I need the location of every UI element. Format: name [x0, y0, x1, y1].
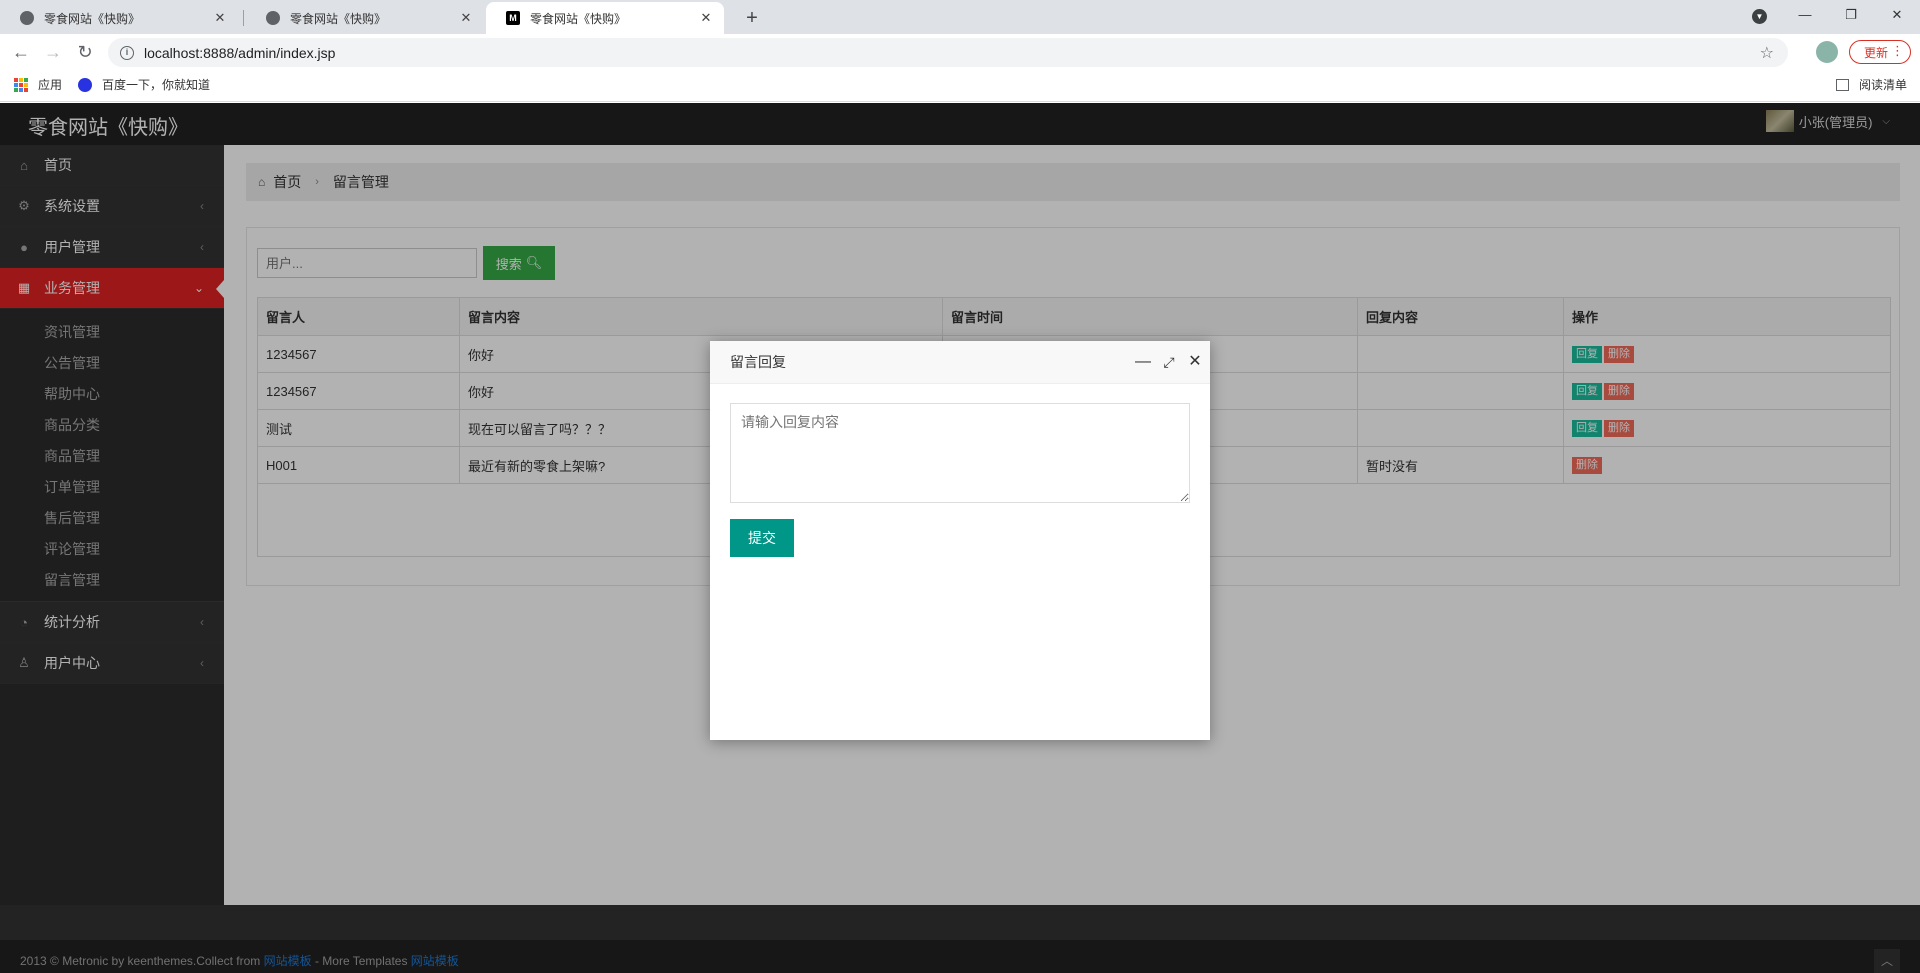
- browser-tab-active[interactable]: M 零食网站《快购》 ✕: [486, 2, 724, 34]
- browser-tab[interactable]: 零食网站《快购》 ✕: [246, 2, 484, 34]
- reading-list-label: 阅读清单: [1859, 78, 1908, 92]
- close-tab-icon[interactable]: ✕: [458, 10, 474, 26]
- apps-grid-icon: [14, 77, 28, 92]
- restore-icon[interactable]: ❐: [1828, 0, 1874, 30]
- update-label: 更新: [1864, 45, 1889, 60]
- url-text: localhost:8888/admin/index.jsp: [144, 44, 336, 61]
- tab-title: 零食网站《快购》: [290, 11, 387, 26]
- bookmarks-bar: 应用 百度一下，你就知道 阅读清单: [0, 70, 1920, 102]
- menu-dots-icon: ⋮: [1891, 43, 1904, 58]
- close-tab-icon[interactable]: ✕: [212, 10, 228, 26]
- tab-separator: [243, 10, 244, 26]
- globe-icon: [266, 11, 280, 25]
- new-tab-button[interactable]: +: [738, 4, 766, 32]
- browser-tab[interactable]: 零食网站《快购》 ✕: [0, 2, 238, 34]
- close-window-icon[interactable]: ✕: [1874, 0, 1920, 30]
- info-icon[interactable]: i: [120, 45, 134, 60]
- tab-search-icon[interactable]: ▼: [1752, 9, 1767, 24]
- tab-title: 零食网站《快购》: [530, 11, 627, 26]
- address-bar-row: ← → ↻ i localhost:8888/admin/index.jsp ☆…: [0, 34, 1920, 70]
- bookmark-label: 应用: [38, 78, 63, 92]
- m-favicon-icon: M: [506, 11, 520, 25]
- bookmark-baidu[interactable]: 百度一下，你就知道: [78, 76, 210, 93]
- reply-textarea[interactable]: [730, 403, 1190, 503]
- bookmark-apps[interactable]: 应用: [14, 76, 62, 93]
- minimize-icon[interactable]: —: [1782, 0, 1828, 30]
- browser-tab-bar: 零食网站《快购》 ✕ 零食网站《快购》 ✕ M 零食网站《快购》 ✕ + ▼ —…: [0, 0, 1920, 34]
- bookmark-label: 百度一下，你就知道: [102, 78, 211, 92]
- bookmark-star-icon[interactable]: ☆: [1760, 43, 1774, 63]
- submit-button[interactable]: 提交: [730, 519, 794, 557]
- close-icon[interactable]: ✕: [1186, 353, 1204, 371]
- url-field[interactable]: i localhost:8888/admin/index.jsp ☆: [108, 38, 1788, 67]
- reading-list-icon: [1836, 78, 1849, 91]
- profile-avatar[interactable]: [1816, 41, 1838, 63]
- globe-icon: [20, 11, 34, 25]
- back-icon[interactable]: ←: [8, 39, 34, 65]
- close-tab-icon[interactable]: ✕: [698, 10, 714, 26]
- maximize-icon[interactable]: ⤢: [1160, 353, 1178, 371]
- reply-dialog: 留言回复 — ⤢ ✕ 提交: [710, 341, 1210, 740]
- forward-icon[interactable]: →: [40, 39, 66, 65]
- baidu-paw-icon: [78, 77, 92, 92]
- tab-title: 零食网站《快购》: [44, 11, 141, 26]
- reload-icon[interactable]: ↻: [72, 39, 98, 65]
- update-button[interactable]: 更新 ⋮: [1849, 40, 1911, 64]
- reading-list[interactable]: 阅读清单: [1836, 76, 1907, 93]
- minimize-icon[interactable]: —: [1134, 353, 1152, 371]
